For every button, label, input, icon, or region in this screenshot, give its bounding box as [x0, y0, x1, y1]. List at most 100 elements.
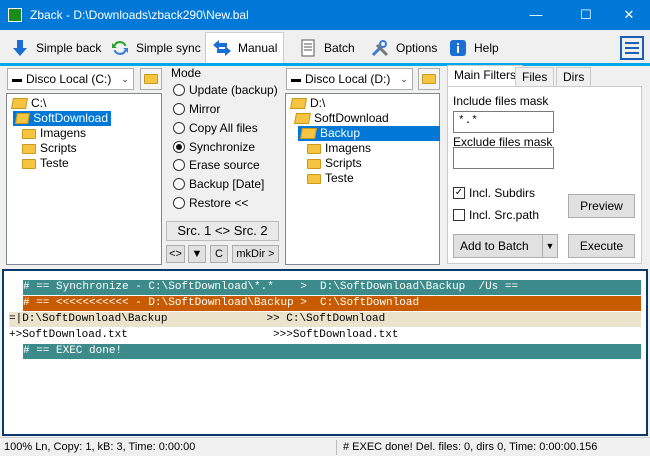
log-row: =|D:\SoftDownload\Backup >> C:\SoftDownl… — [9, 312, 641, 327]
tab-files[interactable]: Files — [515, 67, 555, 87]
mode-option[interactable]: Update (backup) — [173, 83, 278, 97]
log-row: # == Synchronize - C:\SoftDownload\*.* >… — [9, 280, 641, 295]
folder-icon — [22, 128, 36, 139]
mode-option-selected[interactable]: Synchronize — [173, 140, 255, 154]
incl-subdirs-label: Incl. Subdirs — [469, 186, 536, 200]
open-folder-icon — [300, 128, 317, 139]
dest-browse-button[interactable] — [418, 68, 440, 90]
tree-item[interactable]: SoftDownload — [292, 111, 392, 126]
tab-manual[interactable]: Manual — [205, 32, 285, 63]
tree-item[interactable]: Teste — [19, 156, 72, 171]
maximize-button[interactable]: ☐ — [563, 0, 609, 30]
down-arrow-button[interactable]: ▼ — [188, 245, 206, 263]
add-to-batch-button[interactable]: Add to Batch ▼ — [453, 234, 558, 258]
close-button[interactable]: ✕ — [606, 0, 650, 30]
folder-icon — [22, 158, 36, 169]
tab-main-filters[interactable]: Main Filters — [447, 65, 524, 87]
mode-group: Mode Update (backup) Mirror Copy All fil… — [165, 66, 280, 214]
tab-simple-sync[interactable]: Simple sync — [104, 34, 207, 62]
tree-item[interactable]: Imagens — [304, 141, 374, 156]
add-to-batch-label: Add to Batch — [460, 239, 529, 253]
tab-batch[interactable]: Batch — [292, 34, 361, 62]
tab-help[interactable]: Help — [442, 34, 505, 62]
folder-icon — [144, 74, 158, 84]
tab-simple-back[interactable]: Simple back — [4, 34, 107, 62]
tree-item[interactable]: Scripts — [19, 141, 80, 156]
source-drive-value: Disco Local (C:) — [26, 72, 112, 86]
swap-sources-button[interactable]: Src. 1 <> Src. 2 — [166, 221, 279, 241]
tree-item[interactable]: C:\ — [9, 96, 49, 111]
mode-option[interactable]: Restore << — [173, 196, 248, 210]
tree-item[interactable]: Scripts — [304, 156, 365, 171]
tree-item-label: Imagens — [40, 126, 87, 140]
down-arrow-icon — [13, 40, 27, 56]
tab-label: Batch — [324, 41, 355, 55]
incl-srcpath-checkbox[interactable]: Incl. Src.path — [453, 208, 539, 222]
radio-icon — [173, 159, 185, 171]
dest-drive-select[interactable]: ▬ Disco Local (D:) ⌄ — [286, 68, 413, 90]
radio-selected-icon — [173, 141, 185, 153]
folder-icon — [307, 158, 321, 169]
mkdir-button[interactable]: mkDir > — [232, 245, 279, 263]
tab-options[interactable]: Options — [364, 34, 443, 62]
incl-subdirs-checkbox[interactable]: ✓ Incl. Subdirs — [453, 186, 535, 200]
log-text: =|D:\SoftDownload\Backup >> C:\SoftDownl… — [9, 313, 386, 325]
tab-label: Manual — [238, 41, 278, 55]
source-drive-select[interactable]: ▬ Disco Local (C:) ⌄ — [7, 68, 134, 90]
mode-option[interactable]: Erase source — [173, 158, 260, 172]
tree-item-selected[interactable]: SoftDownload — [13, 111, 111, 126]
open-folder-icon — [11, 98, 28, 109]
mode-option[interactable]: Backup [Date] — [173, 177, 264, 191]
mode-option-label: Mirror — [189, 102, 221, 116]
filter-panel: Include files mask *.* Exclude files mas… — [447, 86, 642, 264]
tree-item-label: D:\ — [310, 96, 326, 110]
checkbox-icon — [453, 209, 465, 221]
tree-item-label: Teste — [40, 156, 69, 170]
dropdown-arrow-icon[interactable]: ▼ — [542, 235, 557, 257]
tree-item-selected[interactable]: Backup — [298, 126, 440, 141]
hamburger-menu-icon[interactable] — [620, 36, 644, 60]
mode-option[interactable]: Copy All files — [173, 121, 258, 135]
tree-item[interactable]: Teste — [304, 171, 357, 186]
radio-icon — [173, 178, 185, 190]
mode-option[interactable]: Mirror — [173, 102, 220, 116]
mode-option-label: Update (backup) — [189, 83, 278, 97]
radio-icon — [173, 122, 185, 134]
status-right: # EXEC done! Del. files: 0, dirs 0, Time… — [343, 441, 598, 453]
radio-icon — [173, 84, 185, 96]
tree-item-label: Teste — [325, 171, 354, 185]
tab-dirs[interactable]: Dirs — [556, 67, 592, 87]
toolbar: Simple back Simple sync Manual Batch Opt… — [0, 30, 650, 66]
dest-folder-tree[interactable]: D:\ SoftDownload Backup Imagens Scripts … — [285, 93, 440, 265]
minimize-button[interactable]: — — [513, 0, 559, 30]
open-folder-icon — [294, 113, 311, 124]
mode-option-label: Backup [Date] — [189, 177, 265, 191]
tree-item[interactable]: Imagens — [19, 126, 89, 141]
document-icon — [301, 39, 315, 57]
log-row: # == EXEC done! — [9, 344, 641, 359]
status-separator — [336, 440, 337, 455]
tree-item-label: SoftDownload — [33, 111, 108, 125]
log-text: # == EXEC done! — [23, 345, 123, 357]
tree-item-label: Imagens — [325, 141, 372, 155]
execute-button[interactable]: Execute — [568, 234, 635, 258]
source-folder-tree[interactable]: C:\ SoftDownload Imagens Scripts Teste — [6, 93, 162, 265]
tree-item[interactable]: D:\ — [288, 96, 328, 111]
log-text: +>SoftDownload.txt >>>SoftDownload.txt — [9, 329, 399, 341]
tools-icon — [371, 40, 389, 57]
compare-button[interactable]: <> — [166, 245, 185, 263]
sync-icon — [112, 40, 128, 56]
status-left: 100% Ln, Copy: 1, kB: 3, Time: 0:00:00 — [4, 441, 196, 453]
log-panel[interactable]: # == Synchronize - C:\SoftDownload\*.* >… — [2, 269, 648, 436]
log-marker — [9, 280, 23, 295]
tab-label: Options — [396, 41, 438, 55]
mode-option-label: Synchronize — [189, 140, 256, 154]
source-browse-button[interactable] — [140, 68, 162, 90]
clear-button[interactable]: C — [210, 245, 228, 263]
dest-drive-value: Disco Local (D:) — [305, 72, 391, 86]
status-bar: 100% Ln, Copy: 1, kB: 3, Time: 0:00:00 #… — [0, 437, 650, 456]
app-icon — [8, 8, 22, 22]
exclude-mask-input[interactable] — [453, 147, 554, 169]
preview-button[interactable]: Preview — [568, 194, 635, 218]
include-mask-input[interactable]: *.* — [453, 111, 554, 133]
